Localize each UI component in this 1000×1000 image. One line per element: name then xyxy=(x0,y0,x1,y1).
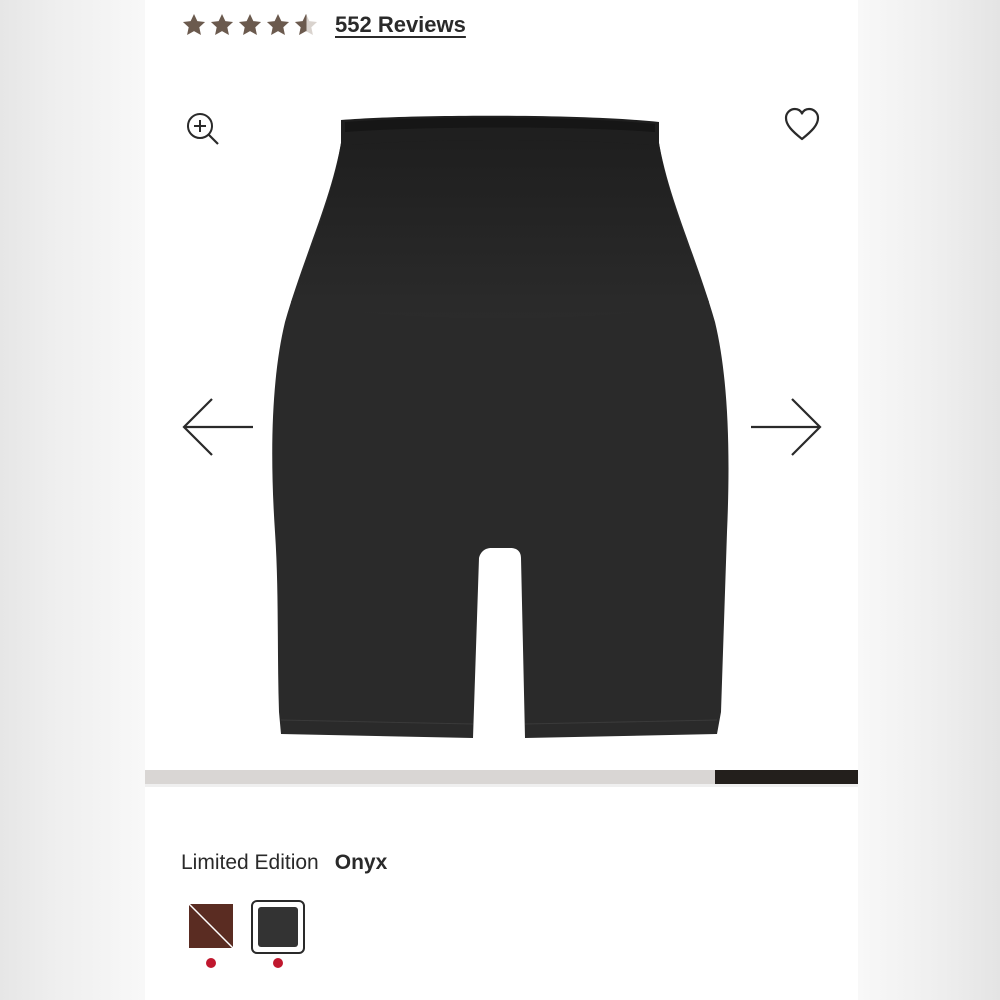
reviews-link[interactable]: 552 Reviews xyxy=(335,12,466,38)
unavailable-slash-icon xyxy=(189,904,233,948)
swatch-chip xyxy=(258,907,298,947)
product-panel: 552 Reviews Limited Edition Onyx xyxy=(145,0,858,1000)
star-icon xyxy=(266,13,290,35)
star-icon xyxy=(210,13,234,35)
color-edition-label: Limited Edition xyxy=(181,851,319,874)
star-icon xyxy=(238,13,262,35)
rating-summary: 552 Reviews xyxy=(181,12,466,38)
divider xyxy=(145,784,858,787)
color-swatch-cocoa[interactable] xyxy=(187,900,241,954)
left-backdrop xyxy=(0,0,145,1000)
star-icon xyxy=(182,13,206,35)
low-stock-dot xyxy=(206,958,216,968)
gallery-progress-indicator xyxy=(715,770,858,784)
arrow-right-icon[interactable] xyxy=(749,396,823,458)
half-star-icon xyxy=(294,13,318,35)
gallery-progress[interactable] xyxy=(145,770,858,784)
zoom-in-icon[interactable] xyxy=(183,110,223,150)
arrow-left-icon[interactable] xyxy=(181,396,255,458)
color-swatches xyxy=(187,900,305,972)
swatch-chip xyxy=(189,904,233,948)
color-selection: Limited Edition Onyx xyxy=(181,851,387,875)
heart-icon[interactable] xyxy=(782,105,822,145)
swatch-cocoa-wrapper xyxy=(187,900,241,972)
right-backdrop xyxy=(858,0,1000,1000)
color-swatch-onyx[interactable] xyxy=(251,900,305,954)
star-rating xyxy=(181,12,319,38)
swatch-onyx-wrapper xyxy=(251,900,305,972)
product-image xyxy=(272,115,729,738)
selected-color-name: Onyx xyxy=(334,851,388,874)
low-stock-dot xyxy=(273,958,283,968)
